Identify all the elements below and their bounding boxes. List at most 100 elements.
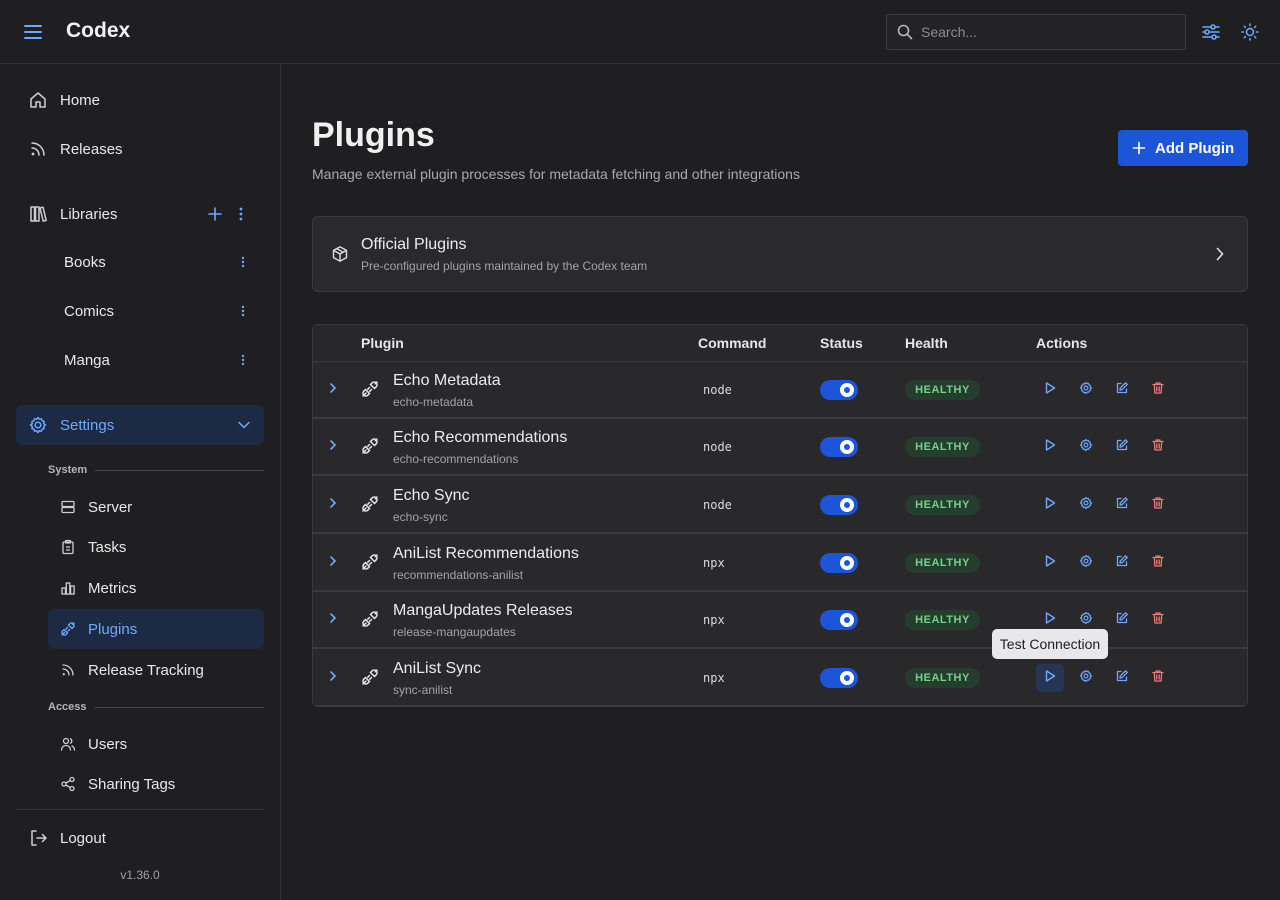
library-menu-button[interactable] — [235, 350, 251, 370]
delete-plugin-button[interactable] — [1144, 606, 1172, 634]
sidebar-item-sharing-tags[interactable]: Sharing Tags — [48, 764, 264, 804]
health-badge: HEALTHY — [905, 610, 980, 630]
libraries-menu-button[interactable] — [233, 204, 249, 224]
table-row: Echo Recommendations echo-recommendations… — [313, 419, 1247, 476]
expand-row-button[interactable] — [325, 610, 341, 626]
edit-plugin-button[interactable] — [1108, 664, 1136, 692]
column-header-status: Status — [820, 335, 863, 351]
sidebar-item-logout[interactable]: Logout — [16, 818, 264, 858]
edit-plugin-button[interactable] — [1108, 549, 1136, 577]
sidebar-item-server[interactable]: Server — [48, 487, 264, 527]
play-icon — [1043, 669, 1057, 688]
test-connection-button[interactable] — [1036, 491, 1064, 519]
theme-toggle-button[interactable] — [1238, 20, 1262, 44]
sidebar-item-label: Plugins — [88, 620, 138, 638]
plugin-enabled-toggle[interactable] — [820, 668, 858, 688]
chevron-right-icon — [325, 671, 341, 688]
chevron-right-icon — [325, 440, 341, 457]
test-connection-button[interactable] — [1036, 549, 1064, 577]
plugin-enabled-toggle[interactable] — [820, 610, 858, 630]
delete-plugin-button[interactable] — [1144, 376, 1172, 404]
plug-icon — [60, 621, 76, 637]
sidebar-item-tasks[interactable]: Tasks — [48, 527, 264, 567]
library-menu-button[interactable] — [235, 252, 251, 272]
expand-row-button[interactable] — [325, 668, 341, 684]
plus-icon — [1132, 141, 1146, 155]
sidebar-item-label: Settings — [60, 416, 115, 434]
sidebar-item-home[interactable]: Home — [16, 80, 264, 120]
add-plugin-button[interactable]: Add Plugin — [1118, 130, 1248, 166]
test-connection-button[interactable] — [1036, 664, 1064, 692]
delete-plugin-button[interactable] — [1144, 491, 1172, 519]
delete-plugin-button[interactable] — [1144, 664, 1172, 692]
plugin-slug: echo-sync — [393, 510, 448, 524]
plugin-name: Echo Recommendations — [393, 429, 568, 446]
rss-icon — [60, 662, 76, 678]
sidebar-item-settings[interactable]: Settings — [16, 405, 264, 445]
delete-plugin-button[interactable] — [1144, 549, 1172, 577]
expand-row-button[interactable] — [325, 437, 341, 453]
plugin-name: MangaUpdates Releases — [393, 602, 573, 619]
more-vertical-icon — [241, 354, 245, 366]
toggle-knob — [840, 440, 854, 454]
section-label-access: Access — [48, 701, 87, 713]
library-item-manga[interactable]: Manga — [16, 340, 264, 380]
app-version: v1.36.0 — [120, 868, 160, 882]
search-box[interactable] — [886, 14, 1186, 50]
menu-toggle-button[interactable] — [22, 20, 44, 44]
configure-plugin-button[interactable] — [1072, 664, 1100, 692]
edit-icon — [1115, 554, 1129, 573]
delete-plugin-button[interactable] — [1144, 433, 1172, 461]
add-library-button[interactable] — [207, 204, 223, 224]
toggle-knob — [840, 383, 854, 397]
plugin-enabled-toggle[interactable] — [820, 553, 858, 573]
filter-settings-button[interactable] — [1199, 20, 1223, 44]
configure-plugin-button[interactable] — [1072, 433, 1100, 461]
more-vertical-icon — [241, 305, 245, 317]
plugin-slug: sync-anilist — [393, 683, 453, 697]
library-item-comics[interactable]: Comics — [16, 291, 264, 331]
chevron-down-icon — [238, 421, 250, 429]
plugin-enabled-toggle[interactable] — [820, 495, 858, 515]
sidebar-item-metrics[interactable]: Metrics — [48, 568, 264, 608]
sidebar-item-releases[interactable]: Releases — [16, 129, 264, 169]
plugin-command: node — [703, 498, 732, 512]
sidebar-item-label: Users — [88, 735, 128, 753]
sidebar-item-release-tracking[interactable]: Release Tracking — [48, 650, 264, 690]
plugin-enabled-toggle[interactable] — [820, 380, 858, 400]
chevron-right-icon — [325, 613, 341, 630]
test-connection-button[interactable] — [1036, 376, 1064, 404]
library-item-books[interactable]: Books — [16, 242, 264, 282]
table-row: Echo Sync echo-sync node HEALTHY — [313, 477, 1247, 534]
expand-row-button[interactable] — [325, 553, 341, 569]
sidebar-item-plugins[interactable]: Plugins — [48, 609, 264, 649]
expand-row-button[interactable] — [325, 495, 341, 511]
plugin-slug: echo-recommendations — [393, 452, 519, 466]
library-menu-button[interactable] — [235, 301, 251, 321]
sidebar-item-users[interactable]: Users — [48, 724, 264, 764]
search-input[interactable] — [921, 15, 1181, 49]
edit-plugin-button[interactable] — [1108, 491, 1136, 519]
configure-plugin-button[interactable] — [1072, 376, 1100, 404]
configure-plugin-button[interactable] — [1072, 491, 1100, 519]
plugin-enabled-toggle[interactable] — [820, 437, 858, 457]
edit-plugin-button[interactable] — [1108, 433, 1136, 461]
gear-icon — [1079, 611, 1093, 630]
edit-plugin-button[interactable] — [1108, 606, 1136, 634]
sidebar-item-libraries[interactable]: Libraries — [16, 194, 264, 234]
edit-plugin-button[interactable] — [1108, 376, 1136, 404]
sidebar-item-label: Metrics — [88, 579, 137, 597]
expand-row-button[interactable] — [325, 380, 341, 396]
clipboard-icon — [60, 539, 76, 555]
plus-icon — [208, 207, 222, 221]
section-divider — [95, 470, 264, 471]
configure-plugin-button[interactable] — [1072, 549, 1100, 577]
test-connection-button[interactable] — [1036, 433, 1064, 461]
edit-icon — [1115, 496, 1129, 515]
page-title: Plugins — [312, 116, 435, 154]
plugin-command: npx — [703, 556, 725, 570]
toggle-knob — [840, 613, 854, 627]
plug-icon — [361, 437, 379, 460]
toggle-knob — [840, 671, 854, 685]
official-plugins-card[interactable]: Official Plugins Pre-configured plugins … — [312, 216, 1248, 292]
